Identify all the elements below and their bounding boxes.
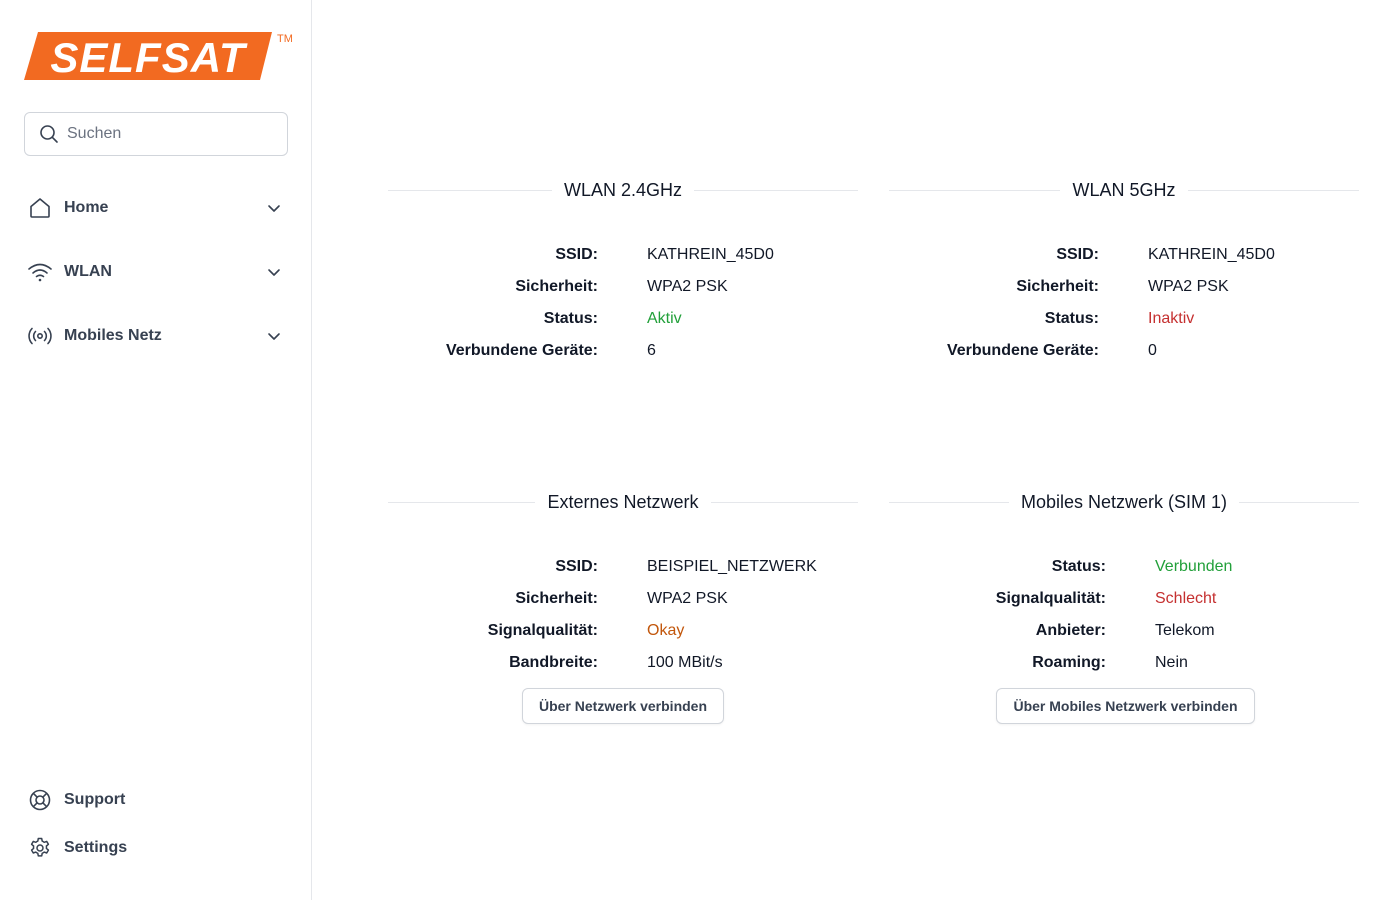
connect-mobile-network-button[interactable]: Über Mobiles Netzwerk verbinden — [996, 688, 1255, 724]
selfsat-logo[interactable]: SELFSAT TM — [24, 28, 294, 84]
row-provider: Anbieter: Telekom — [1035, 622, 1215, 639]
roaming-value: Nein — [1155, 654, 1188, 671]
row-status: Status: Aktiv — [543, 310, 682, 327]
status-value: Aktiv — [647, 310, 682, 327]
security-value: WPA2 PSK — [1148, 278, 1229, 295]
ssid-value: BEISPIEL_NETZWERK — [647, 558, 817, 575]
row-signal: Signalqualität: Schlecht — [995, 590, 1217, 607]
gear-icon — [24, 832, 56, 864]
row-roaming: Roaming: Nein — [1032, 654, 1188, 671]
search-box[interactable] — [24, 112, 288, 156]
card-wlan-24ghz: WLAN 2.4GHz SSID: KATHREIN_45D0 Sicherhei… — [388, 178, 858, 368]
nav-label-wlan: WLAN — [64, 263, 112, 280]
search-icon — [40, 125, 58, 143]
main-content: WLAN 2.4GHz SSID: KATHREIN_45D0 Sicherhei… — [312, 0, 1400, 900]
row-ssid: SSID: BEISPIEL_NETZWERK — [555, 558, 817, 575]
wifi-icon — [24, 256, 56, 288]
devices-value: 6 — [647, 342, 656, 359]
row-security: Sicherheit: WPA2 PSK — [515, 278, 728, 295]
row-devices: Verbundene Geräte: 6 — [445, 342, 656, 359]
devices-value: 0 — [1148, 342, 1157, 359]
logo-graphic: SELFSAT TM — [24, 32, 293, 81]
nav-label-home: Home — [64, 199, 109, 216]
row-status: Status: Verbunden — [1051, 558, 1233, 575]
search-input[interactable] — [67, 125, 267, 143]
row-status: Status: Inaktiv — [1044, 310, 1195, 327]
provider-value: Telekom — [1155, 622, 1215, 639]
security-value: WPA2 PSK — [647, 278, 728, 295]
bandwidth-value: 100 MBit/s — [647, 654, 723, 671]
card-title: WLAN 2.4GHz — [388, 178, 858, 202]
nav-item-home[interactable]: Home — [24, 188, 288, 228]
connect-network-button[interactable]: Über Netzwerk verbinden — [522, 688, 724, 724]
radio-signal-icon — [24, 320, 56, 352]
nav-label-settings: Settings — [64, 839, 128, 856]
lifebuoy-icon — [24, 784, 56, 816]
nav-item-mobiles-netz[interactable]: Mobiles Netz — [24, 316, 288, 356]
signal-value: Okay — [647, 622, 685, 639]
security-value: WPA2 PSK — [647, 590, 728, 607]
row-ssid: SSID: KATHREIN_45D0 — [555, 246, 774, 263]
row-bandwidth: Bandbreite: 100 MBit/s — [509, 654, 723, 671]
status-value: Verbunden — [1155, 558, 1233, 575]
row-security: Sicherheit: WPA2 PSK — [1016, 278, 1229, 295]
logo-text: SELFSAT — [50, 34, 248, 81]
card-title: Mobiles Netzwerk (SIM 1) — [889, 490, 1359, 514]
card-external-network: Externes Netzwerk SSID: BEISPIEL_NETZWERK… — [388, 490, 858, 724]
nav-label-mobiles-netz: Mobiles Netz — [64, 327, 162, 344]
card-wlan-5ghz: WLAN 5GHz SSID: KATHREIN_45D0 Sicherheit:… — [889, 178, 1359, 368]
card-mobile-network: Mobiles Netzwerk (SIM 1) Status: Verbunde… — [889, 490, 1359, 724]
ssid-value: KATHREIN_45D0 — [647, 246, 774, 263]
nav-item-settings[interactable]: Settings — [24, 828, 288, 868]
nav-item-wlan[interactable]: WLAN — [24, 252, 288, 292]
nav-item-support[interactable]: Support — [24, 780, 288, 820]
chevron-down-icon[interactable] — [264, 326, 284, 346]
signal-value: Schlecht — [1155, 590, 1217, 607]
sidebar: SELFSAT TM Home WLAN — [0, 0, 312, 900]
ssid-value: KATHREIN_45D0 — [1148, 246, 1275, 263]
home-icon — [24, 192, 56, 224]
nav-label-support: Support — [64, 791, 126, 808]
chevron-down-icon[interactable] — [264, 198, 284, 218]
row-ssid: SSID: KATHREIN_45D0 — [1056, 246, 1275, 263]
chevron-down-icon[interactable] — [264, 262, 284, 282]
row-signal: Signalqualität: Okay — [487, 622, 685, 639]
card-title: WLAN 5GHz — [889, 178, 1359, 202]
card-title: Externes Netzwerk — [388, 490, 858, 514]
logo-tm: TM — [277, 33, 293, 45]
status-value: Inaktiv — [1148, 310, 1195, 327]
row-devices: Verbundene Geräte: 0 — [946, 342, 1157, 359]
row-security: Sicherheit: WPA2 PSK — [515, 590, 728, 607]
